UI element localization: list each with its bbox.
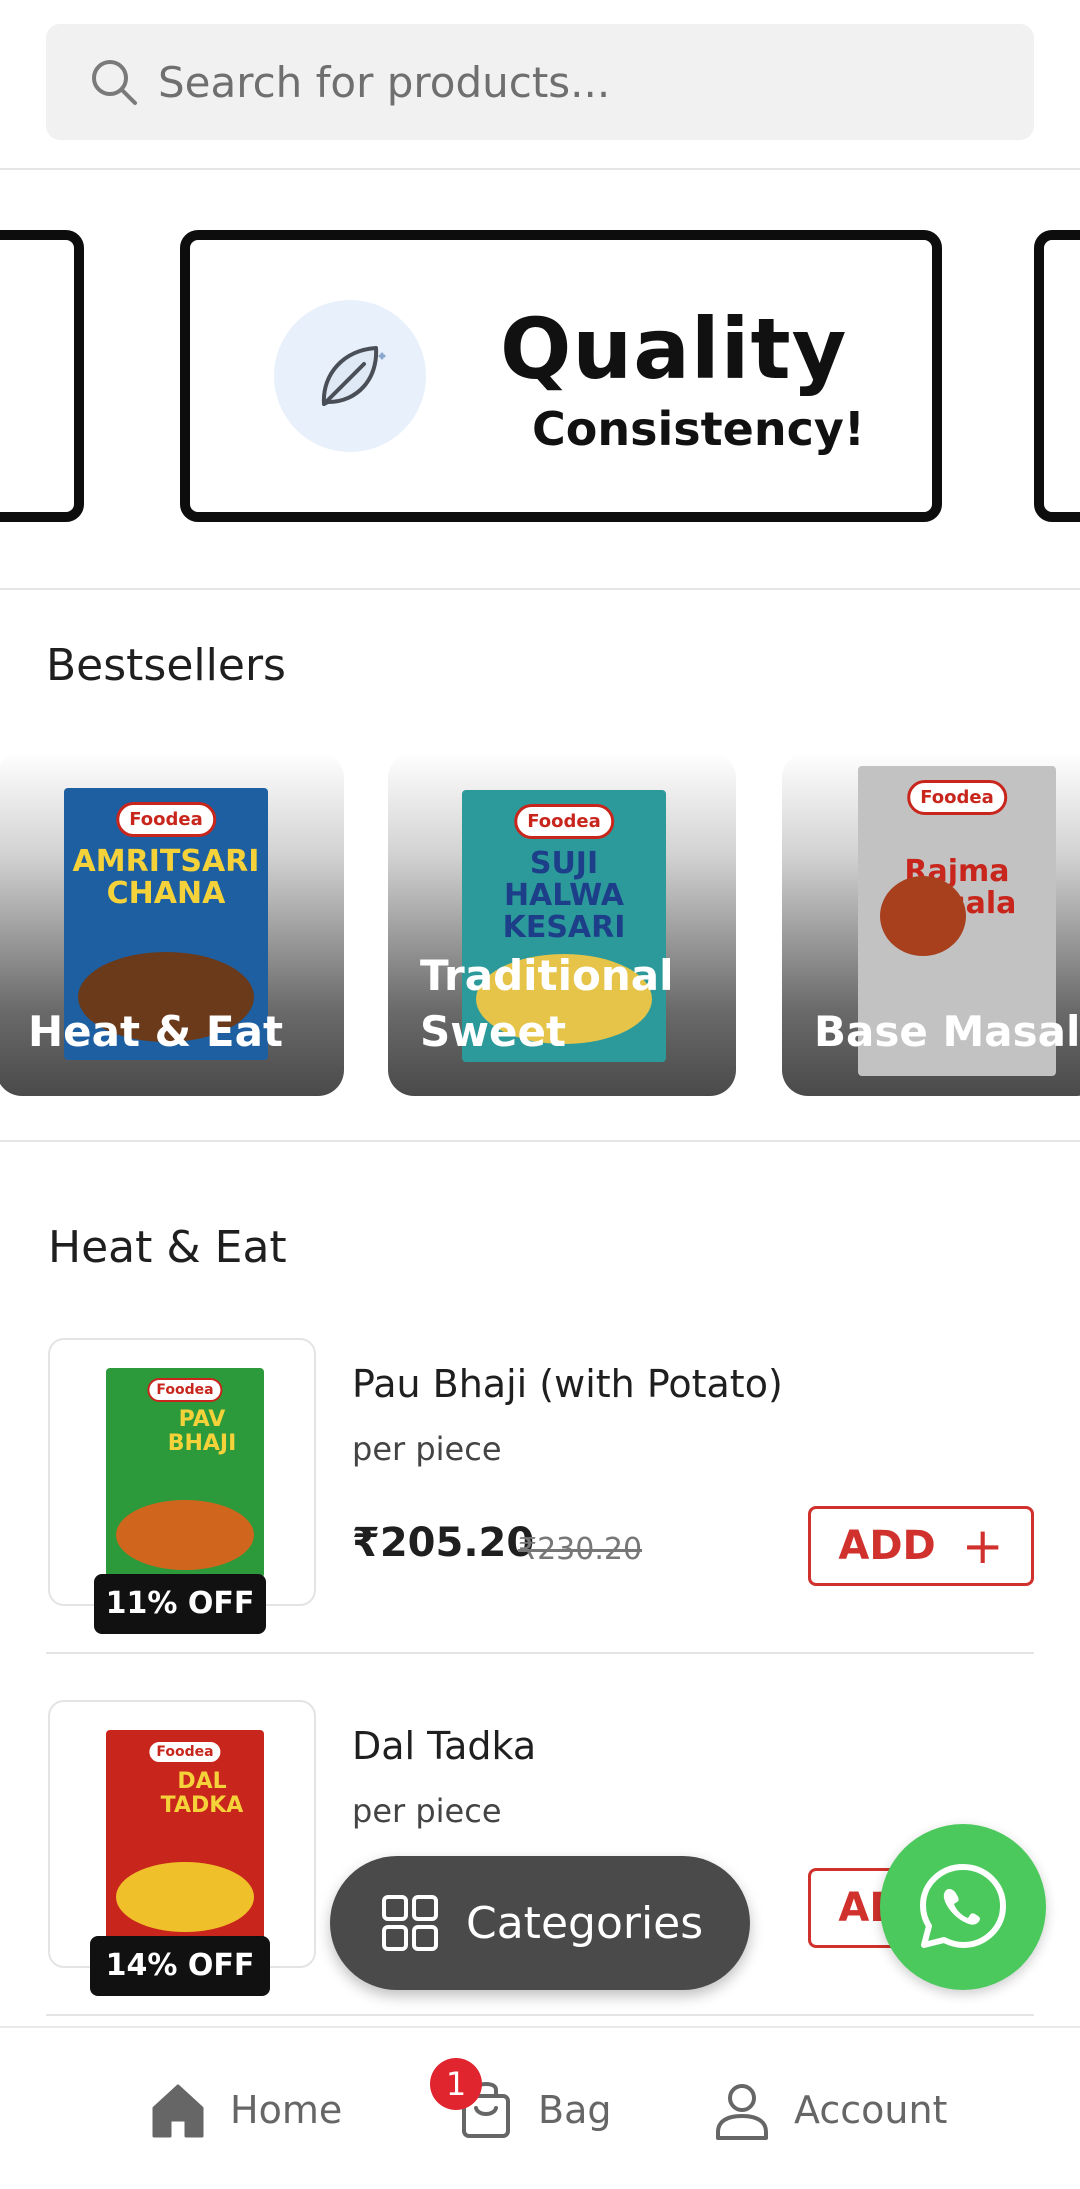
whatsapp-button[interactable] xyxy=(880,1824,1046,1990)
product-name[interactable]: Dal Tadka xyxy=(352,1724,536,1768)
product-unit: per piece xyxy=(352,1792,502,1830)
product-image: Foodea DAL TADKA xyxy=(106,1730,264,1940)
banner-title: Quality xyxy=(500,300,848,398)
brand-logo: Foodea xyxy=(116,802,216,837)
banner-subtitle: Consistency! xyxy=(532,402,865,456)
row-divider xyxy=(46,2014,1034,2016)
bestseller-card-traditional-sweet[interactable]: Foodea SUJI HALWA KESARI Traditional Swe… xyxy=(388,752,736,1096)
leaf-icon xyxy=(321,346,386,406)
brand-logo: Foodea xyxy=(147,1378,223,1402)
food-bowl xyxy=(116,1500,254,1570)
food-bowl xyxy=(880,876,966,956)
add-to-bag-button[interactable]: ADD + xyxy=(808,1506,1034,1586)
product-name[interactable]: Pau Bhaji (with Potato) xyxy=(352,1362,783,1406)
banner-prev[interactable] xyxy=(0,230,84,522)
product-mrp: ₹230.20 xyxy=(518,1532,643,1567)
product-thumbnail[interactable]: Foodea PAV BHAJI xyxy=(48,1338,316,1606)
whatsapp-icon xyxy=(920,1864,1006,1948)
plus-icon: + xyxy=(961,1517,1004,1575)
bag-count-badge: 1 xyxy=(430,2058,482,2110)
home-icon xyxy=(152,2084,204,2137)
product-unit: per piece xyxy=(352,1430,502,1468)
nav-bag[interactable]: Bag xyxy=(456,2028,611,2189)
brand-logo: Foodea xyxy=(514,804,614,839)
product-thumbnail[interactable]: Foodea DAL TADKA xyxy=(48,1700,316,1968)
discount-badge: 11% OFF xyxy=(94,1574,266,1634)
food-bowl xyxy=(116,1862,254,1932)
section-divider xyxy=(0,588,1080,590)
row-divider xyxy=(46,1652,1034,1654)
search-input[interactable] xyxy=(158,24,998,140)
add-label: ADD xyxy=(838,1523,936,1569)
search-icon xyxy=(92,60,137,105)
nav-home-label: Home xyxy=(230,2087,343,2132)
banner-next[interactable] xyxy=(1034,230,1080,522)
user-icon xyxy=(716,2083,768,2140)
leaf-icon-circle xyxy=(274,300,426,452)
bestseller-card-heat-eat[interactable]: Foodea AMRITSARI CHANA Heat & Eat xyxy=(0,752,344,1096)
search-header xyxy=(0,0,1080,170)
brand-logo: Foodea xyxy=(147,1740,223,1764)
product-row[interactable]: Foodea PAV BHAJI 11% OFF Pau Bhaji (with… xyxy=(46,1338,1034,1658)
nav-account[interactable]: Account xyxy=(712,2028,947,2189)
bestseller-card-base-masala[interactable]: Foodea Rajma Masala Base Masala xyxy=(782,752,1080,1096)
banner-quality[interactable]: Quality Consistency! xyxy=(180,230,942,522)
categories-label: Categories xyxy=(466,1897,704,1949)
pack-name: SUJI HALWA KESARI xyxy=(502,846,626,945)
categories-button[interactable]: Categories xyxy=(330,1856,750,1990)
heat-eat-title: Heat & Eat xyxy=(48,1222,287,1273)
section-divider xyxy=(0,1140,1080,1142)
search-bar[interactable] xyxy=(46,24,1034,140)
bestsellers-title: Bestsellers xyxy=(46,640,286,691)
nav-account-label: Account xyxy=(794,2087,948,2132)
nav-home[interactable]: Home xyxy=(148,2028,342,2189)
discount-badge: 14% OFF xyxy=(90,1936,270,1996)
bestseller-label: Heat & Eat xyxy=(28,1007,284,1056)
pack-name: PAV BHAJI xyxy=(167,1407,237,1456)
nav-bag-label: Bag xyxy=(538,2087,612,2132)
pack-name: DAL TADKA xyxy=(160,1769,244,1818)
banner-carousel[interactable]: Quality Consistency! xyxy=(0,172,1080,588)
pack-name: AMRITSARI CHANA xyxy=(72,844,260,911)
bottom-navigation: Home Bag 1 Account xyxy=(0,2026,1080,2189)
bestseller-label: Base Masala xyxy=(814,1007,1080,1056)
bestseller-label: Traditional Sweet xyxy=(420,951,674,1056)
grid-icon xyxy=(382,1895,438,1951)
product-price: ₹205.20 xyxy=(352,1520,535,1566)
product-image: Foodea PAV BHAJI xyxy=(106,1368,264,1578)
brand-logo: Foodea xyxy=(907,780,1007,815)
